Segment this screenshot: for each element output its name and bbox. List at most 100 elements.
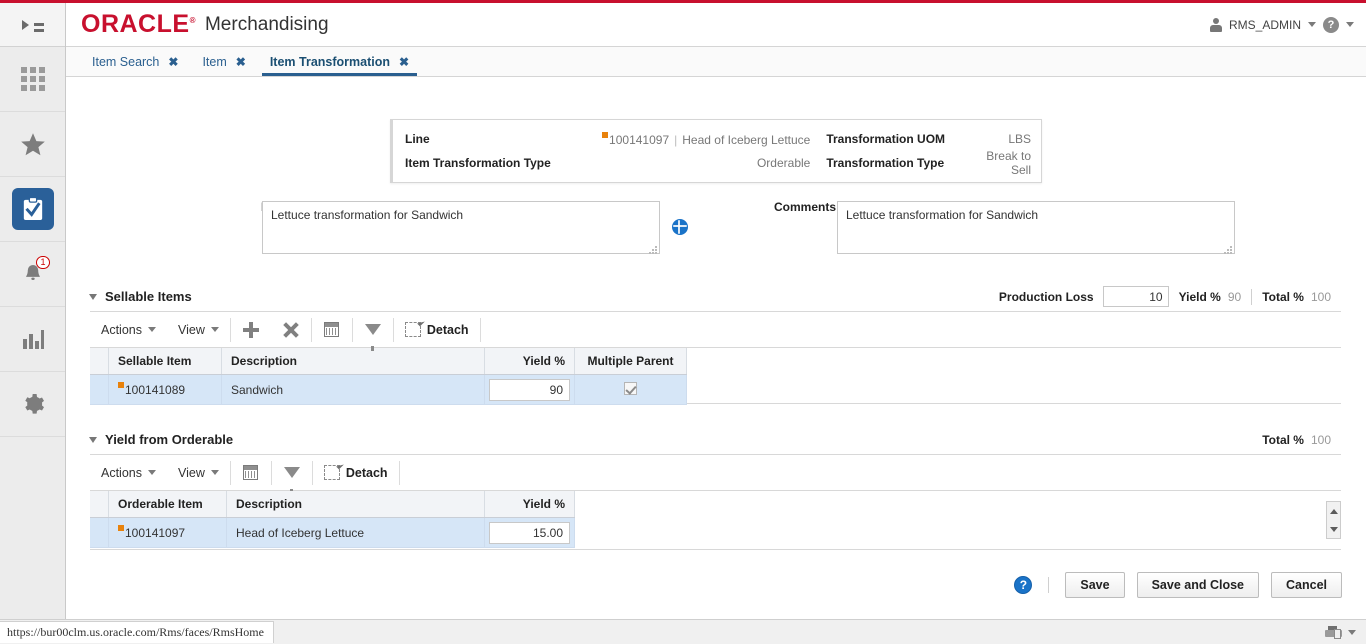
sidebar-item-tasks[interactable] [0,177,65,242]
tab-close-icon[interactable]: ✖ [236,55,246,69]
cell-multiple-parent[interactable] [574,374,687,405]
tab-label: Item [202,55,227,69]
help-question-icon[interactable]: ? [1014,576,1033,594]
chevron-down-icon [210,470,219,475]
actions-label: Actions [101,322,142,337]
column-header-description[interactable]: Description [221,348,485,375]
oracle-logo: ORACLE [81,10,196,39]
table-vertical-scrollbar[interactable] [1326,501,1341,539]
cell-sellable-item[interactable]: 100141089 [108,374,222,405]
description-translate-button[interactable] [672,219,688,238]
person-icon [1209,17,1222,32]
help-icon[interactable]: ? [1323,16,1339,33]
settings-gear-icon [24,394,44,414]
detach-icon [404,322,421,337]
sidebar-item-apps[interactable] [0,47,65,112]
cell-description[interactable]: Sandwich [221,374,485,405]
help-menu-chevron-down-icon[interactable] [1346,22,1354,27]
table-header-row: Orderable Item Description Yield % [90,491,575,518]
cell-yield[interactable] [484,517,575,548]
scroll-down-chevron-icon[interactable] [1329,526,1338,532]
sidebar-item-settings[interactable] [0,372,65,437]
line-value: 100141097 | Head of Iceberg Lettuce [580,131,811,147]
globe-translate-icon [672,219,688,235]
column-header-yield[interactable]: Yield % [484,348,575,375]
sellable-filter-button[interactable] [353,312,393,351]
column-header-sellable-item[interactable]: Sellable Item [108,348,222,375]
sellable-detach-button[interactable]: Detach [394,312,480,348]
column-header-description[interactable]: Description [226,491,485,518]
header-row-2: Item Transformation Type Orderable Trans… [405,149,1031,177]
orderable-view-menu[interactable]: View [167,455,230,491]
tab-label: Item Search [92,55,160,69]
multiple-parent-checkbox[interactable] [624,381,637,395]
sellable-export-button[interactable] [312,312,352,348]
orderable-yield-input[interactable] [489,521,570,544]
app-header: ORACLE Merchandising RMS_ADMIN ? [66,3,1366,47]
row-selection-indicator[interactable] [90,374,109,405]
user-name-label[interactable]: RMS_ADMIN [1229,18,1301,32]
description-input[interactable]: Lettuce transformation for Sandwich [262,201,660,254]
production-loss-input[interactable] [1102,286,1169,307]
table-row[interactable]: 100141089 Sandwich [90,374,687,405]
tab-close-icon[interactable]: ✖ [399,55,409,69]
orderable-actions-menu[interactable]: Actions [90,455,167,491]
user-menu-chevron-down-icon[interactable] [1308,22,1316,27]
comments-label: Comments [773,200,836,214]
cell-description[interactable]: Head of Iceberg Lettuce [226,517,485,548]
line-item-id: 100141097 [609,132,670,147]
tasks-tile [11,188,54,230]
sellable-yield-input[interactable] [489,378,570,401]
tasks-clipboard-icon [23,197,42,220]
tab-item-search[interactable]: Item Search ✖ [80,55,190,76]
sidebar-toggle-button[interactable] [0,3,65,47]
collapse-disclosure-icon[interactable] [89,293,97,300]
item-transformation-type-value: Orderable [756,156,811,170]
transformation-uom-label: Transformation UOM [826,132,946,146]
column-header-multiple-parent[interactable]: Multiple Parent [574,348,687,375]
cell-yield[interactable] [484,374,575,405]
cell-orderable-item[interactable]: 100141097 [108,517,227,548]
sellable-actions-menu[interactable]: Actions [90,312,167,348]
save-button[interactable]: Save [1065,572,1125,598]
printer-icon[interactable] [1325,625,1342,639]
filter-funnel-icon [364,324,381,351]
column-header-orderable-item[interactable]: Orderable Item [108,491,227,518]
scroll-up-chevron-icon[interactable] [1329,508,1338,514]
tab-item[interactable]: Item ✖ [190,55,257,76]
line-item-description: Head of Iceberg Lettuce [682,132,811,147]
star-favorites-icon [20,132,45,155]
sellable-view-menu[interactable]: View [167,312,230,348]
orderable-total-value: 100 [1310,432,1331,447]
comments-field-wrap: Lettuce transformation for Sandwich [837,201,1235,257]
sellable-delete-button[interactable] [271,312,311,348]
transformation-uom-field: Transformation UOM LBS [810,132,1031,146]
orderable-filter-button[interactable] [272,455,312,494]
sidebar-item-notifications[interactable]: 1 [0,242,65,307]
sidebar-item-favorites[interactable] [0,112,65,177]
sellable-add-button[interactable] [231,312,271,348]
orderable-export-button[interactable] [231,455,271,491]
export-spreadsheet-icon [324,322,340,337]
save-and-close-button[interactable]: Save and Close [1136,572,1259,598]
orderable-detach-button[interactable]: Detach [313,455,399,491]
reports-bar-chart-icon [22,330,44,349]
sidebar: 1 [0,3,66,644]
line-field: Line 100141097 | Head of Iceberg Lettuce [405,131,811,147]
collapse-disclosure-icon[interactable] [89,436,97,443]
sellable-yield-label: Yield % [1178,289,1221,304]
table-row[interactable]: 100141097 Head of Iceberg Lettuce [90,517,575,548]
tab-close-icon[interactable]: ✖ [168,55,178,69]
tab-item-transformation[interactable]: Item Transformation ✖ [258,55,421,76]
yield-from-orderable-summary: Total % 100 [1252,433,1341,447]
column-header-yield[interactable]: Yield % [484,491,575,518]
footer-divider [1048,577,1050,593]
cancel-button[interactable]: Cancel [1271,572,1342,598]
row-selection-indicator[interactable] [90,517,109,548]
status-chevron-down-icon[interactable] [1348,629,1356,635]
orderable-total-label: Total % [1262,432,1304,447]
header-right-controls: RMS_ADMIN ? [1209,16,1366,33]
comments-input[interactable]: Lettuce transformation for Sandwich [837,201,1235,254]
sidebar-item-reports[interactable] [0,307,65,372]
detach-icon [323,465,340,480]
